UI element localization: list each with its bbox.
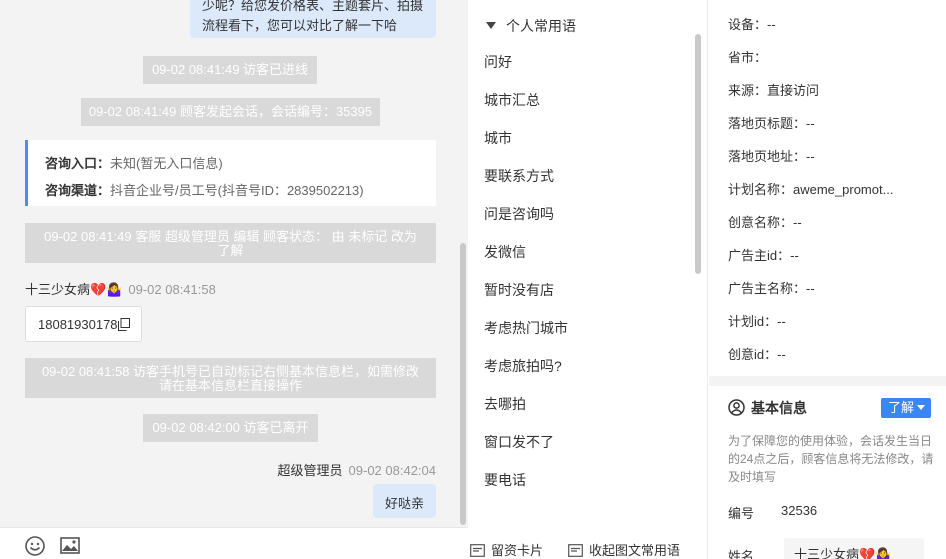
visitor-time: 09-02 08:41:58	[128, 282, 216, 297]
phrases-group-title: 个人常用语	[506, 18, 576, 34]
info-row-plan-id: 计划id：--	[728, 314, 786, 329]
phrases-footer: 留资卡片 收起图文常用语	[468, 534, 708, 559]
phrase-item[interactable]: 要联系方式	[484, 157, 684, 195]
basic-info-label: 基本信息	[751, 400, 807, 416]
agent-reply-bubble: 好哒亲	[373, 484, 436, 518]
system-message: 09-02 08:41:49 顾客发起会话，会话编号：35395	[81, 98, 380, 126]
visitor-message-meta: 十三少女病💔🤷‍♀️ 09-02 08:41:58	[25, 282, 216, 298]
info-row-landing-title: 落地页标题：--	[728, 116, 815, 131]
visitor-info-panel: 设备：-- 省市： 来源：直接访问 落地页标题：-- 落地页地址：-- 计划名称…	[709, 0, 946, 559]
chat-scrollbar[interactable]	[460, 243, 466, 525]
visitor-name-value: 十三少女病💔🤷‍♀️	[794, 547, 892, 559]
consult-entry-card: 咨询入口：未知(暂无入口信息) 咨询渠道：抖音企业号/员工号(抖音号ID：283…	[25, 140, 436, 206]
info-row-plan-name: 计划名称：aweme_promot...	[728, 182, 894, 197]
visitor-name-label: 姓名	[728, 549, 755, 559]
info-row-source: 来源：直接访问	[728, 83, 820, 98]
agent-message-meta: 超级管理员 09-02 08:42:04	[278, 460, 436, 479]
phrase-item[interactable]: 窗口发不了	[484, 423, 684, 461]
system-message: 09-02 08:41:58 访客手机号已自动标记右侧基本信息栏，如需修改请在基…	[25, 358, 436, 398]
app-root: 少呢？给您发价格表、主题套片、拍摄流程看下，您可以对比了解一下哈 09-02 0…	[0, 0, 946, 559]
phrase-item[interactable]: 要电话	[484, 461, 684, 499]
info-row-device: 设备：--	[728, 17, 776, 32]
phrases-group-toggle[interactable]: 个人常用语	[486, 16, 576, 36]
status-dropdown-value: 了解	[888, 400, 915, 415]
phrase-item[interactable]: 发微信	[484, 233, 684, 271]
collapse-phrases-label: 收起图文常用语	[589, 543, 681, 558]
phrase-item[interactable]: 去哪拍	[484, 385, 684, 423]
status-dropdown[interactable]: 了解	[881, 398, 931, 418]
channel-value: 抖音企业号/员工号(抖音号ID：2839502213)	[110, 183, 364, 198]
phrase-item[interactable]: 考虑旅拍吗?	[484, 347, 684, 385]
basic-info-title: 基本信息	[728, 398, 807, 418]
info-row-advertiser-id: 广告主id：--	[728, 248, 799, 263]
chat-toolbar	[0, 527, 468, 559]
chevron-down-icon	[917, 405, 926, 410]
system-message: 09-02 08:41:49 客服 超级管理员 编辑 顾客状态： 由 未标记 改…	[25, 223, 436, 263]
phrase-item[interactable]: 暂时没有店	[484, 271, 684, 309]
lead-card-label: 留资卡片	[491, 543, 544, 558]
system-message: 09-02 08:41:49 访客已进线	[143, 56, 317, 84]
phrase-item[interactable]: 问是咨询吗	[484, 195, 684, 233]
visitor-id-row: 编号 32536	[728, 503, 817, 522]
message-icon	[568, 544, 583, 557]
visitor-id-value: 32536	[781, 503, 818, 518]
info-row-creative-id: 创意id：--	[728, 347, 786, 362]
entrance-label: 咨询入口：	[45, 156, 111, 171]
phrases-list: 问好 城市汇总 城市 要联系方式 问是咨询吗 发微信 暂时没有店 考虑热门城市 …	[484, 43, 684, 499]
info-row-landing-url: 落地页地址：--	[728, 149, 815, 164]
user-icon	[728, 399, 745, 416]
info-row-advertiser-name: 广告主名称：--	[728, 281, 815, 296]
caret-down-icon	[486, 22, 496, 29]
visitor-name: 十三少女病💔🤷‍♀️	[25, 282, 123, 297]
phrase-item[interactable]: 城市汇总	[484, 81, 684, 119]
visitor-phone-message: 18081930178	[25, 306, 142, 342]
phrase-item[interactable]: 问好	[484, 43, 684, 81]
system-message: 09-02 08:42:00 访客已离开	[143, 414, 318, 442]
chat-panel: 少呢？给您发价格表、主题套片、拍摄流程看下，您可以对比了解一下哈 09-02 0…	[0, 0, 468, 559]
info-row-creative-name: 创意名称：--	[728, 215, 802, 230]
visitor-id-label: 编号	[728, 506, 755, 521]
edit-notice: 为了保障您的使用体验，会话发生当日的24点之后，顾客信息将无法修改，请及时填写	[728, 434, 934, 484]
lead-card-button[interactable]: 留资卡片	[470, 540, 543, 559]
traffic-info-list: 设备：-- 省市： 来源：直接访问 落地页标题：-- 落地页地址：-- 计划名称…	[728, 8, 938, 371]
image-icon[interactable]	[59, 535, 81, 557]
visitor-name-field[interactable]: 十三少女病💔🤷‍♀️	[784, 538, 924, 559]
chat-messages: 少呢？给您发价格表、主题套片、拍摄流程看下，您可以对比了解一下哈 09-02 0…	[0, 0, 468, 527]
channel-label: 咨询渠道：	[45, 183, 111, 198]
visitor-phone: 18081930178	[38, 317, 118, 332]
card-icon	[470, 544, 485, 557]
phrases-panel: 个人常用语 问好 城市汇总 城市 要联系方式 问是咨询吗 发微信 暂时没有店 考…	[468, 0, 708, 559]
agent-name: 超级管理员	[277, 463, 343, 478]
phrase-item[interactable]: 城市	[484, 119, 684, 157]
agent-time: 09-02 08:42:04	[348, 463, 436, 478]
entrance-value: 未知(暂无入口信息)	[110, 156, 223, 171]
collapse-phrases-button[interactable]: 收起图文常用语	[568, 540, 680, 559]
copy-icon[interactable]	[118, 318, 130, 331]
info-row-region: 省市：	[728, 50, 768, 65]
phrases-scrollbar[interactable]	[695, 34, 701, 274]
emoji-icon[interactable]	[24, 535, 46, 557]
phrase-item[interactable]: 考虑热门城市	[484, 309, 684, 347]
agent-message-bubble: 少呢？给您发价格表、主题套片、拍摄流程看下，您可以对比了解一下哈	[190, 0, 436, 38]
section-divider	[709, 376, 946, 386]
